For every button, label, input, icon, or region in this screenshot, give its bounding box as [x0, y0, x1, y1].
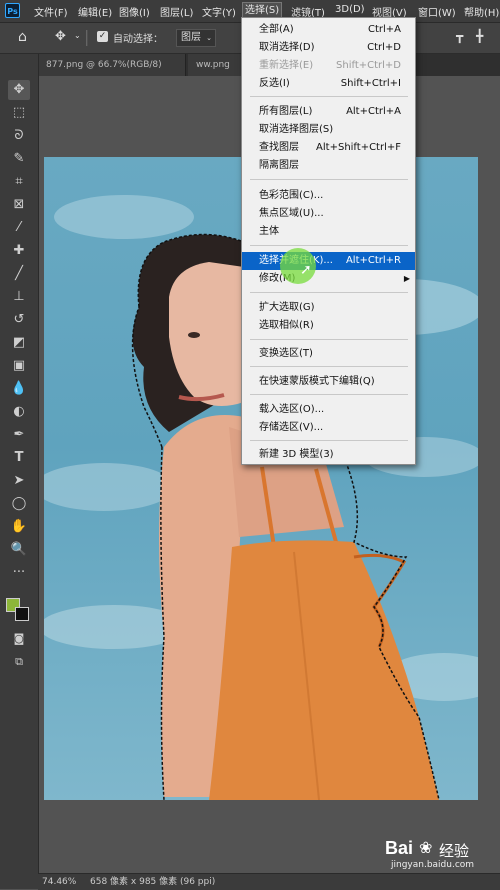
more-icon[interactable]: ··· — [8, 563, 30, 583]
brush-icon[interactable]: ╱ — [8, 264, 30, 284]
stamp-icon[interactable]: ⊥ — [8, 287, 30, 307]
menu-item-find-layers[interactable]: 查找图层 Alt+Shift+Ctrl+F — [242, 139, 415, 157]
submenu-arrow-icon: ▶ — [403, 274, 410, 283]
home-icon[interactable]: ⌂ — [18, 29, 27, 45]
hand-icon[interactable]: ✋ — [8, 517, 30, 537]
menu-item-deselect-layers[interactable]: 取消选择图层(S) — [242, 121, 415, 139]
auto-select-label: 自动选择： — [113, 34, 163, 45]
screen-mode-icon[interactable]: ⧉ — [8, 652, 30, 672]
menu-separator — [250, 245, 408, 246]
menu-item-subject[interactable]: 主体 — [242, 223, 415, 241]
menu-window[interactable]: 窗口(W) — [418, 4, 456, 19]
chevron-down-icon[interactable]: ⌄ — [74, 31, 81, 40]
zoom-icon[interactable]: 🔍 — [8, 540, 30, 560]
menu-item-quick-mask[interactable]: 在快速蒙版模式下编辑(Q) — [242, 373, 415, 391]
shape-icon[interactable]: ◯ — [8, 494, 30, 514]
menu-item-reselect[interactable]: 重新选择(E) Shift+Ctrl+D — [242, 57, 415, 75]
photoshop-logo[interactable]: Ps — [5, 3, 20, 18]
mouse-pointer-icon: ➚ — [300, 262, 312, 278]
healing-icon[interactable]: ✚ — [8, 241, 30, 261]
type-icon[interactable]: T — [8, 448, 30, 468]
auto-select-target-value: 图层 — [181, 32, 201, 43]
menu-separator — [250, 366, 408, 367]
menu-help[interactable]: 帮助(H) — [464, 4, 499, 19]
select-menu-dropdown: 全部(A) Ctrl+A 取消选择(D) Ctrl+D 重新选择(E) Shif… — [241, 17, 416, 465]
menu-item-new-3d-model[interactable]: 新建 3D 模型(3) — [242, 446, 415, 464]
menu-type[interactable]: 文字(Y) — [202, 4, 236, 19]
tools-panel: ✥ ⬚ ᘐ ✎ ⌗ ⊠ ⁄ ✚ ╱ ⊥ ↺ ◩ ▣ 💧 ◐ ✒ T ➤ ◯ ✋ … — [0, 54, 39, 889]
quick-select-icon[interactable]: ✎ — [8, 149, 30, 169]
menu-separator — [250, 96, 408, 97]
move-icon[interactable]: ✥ — [8, 80, 30, 100]
menu-item-focus-area[interactable]: 焦点区域(U)... — [242, 205, 415, 223]
document-info: 658 像素 x 985 像素 (96 ppi) — [90, 877, 216, 887]
tab-document-877[interactable]: 877.png @ 66.7%(RGB/8) — [38, 54, 186, 76]
eraser-icon[interactable]: ◩ — [8, 333, 30, 353]
tab-label: ww.png — [196, 60, 230, 70]
menu-file[interactable]: 文件(F) — [34, 4, 68, 19]
align-top-icon[interactable]: ┳ — [456, 29, 463, 43]
menu-item-modify[interactable]: 修改(M) ▶ — [242, 270, 415, 288]
marquee-icon[interactable]: ⬚ — [8, 103, 30, 123]
align-vertical-center-icon[interactable]: ╋ — [476, 29, 483, 43]
menu-item-grow[interactable]: 扩大选取(G) — [242, 299, 415, 317]
auto-select-checkbox[interactable]: ✓ — [97, 31, 108, 42]
tab-label: 877.png @ 66.7%(RGB/8) — [46, 60, 162, 70]
menu-separator — [250, 394, 408, 395]
menu-item-deselect[interactable]: 取消选择(D) Ctrl+D — [242, 39, 415, 57]
gradient-icon[interactable]: ▣ — [8, 356, 30, 376]
eyedropper-icon[interactable]: ⁄ — [8, 218, 30, 238]
menu-item-color-range[interactable]: 色彩范围(C)... — [242, 187, 415, 205]
background-color-swatch[interactable] — [15, 607, 29, 621]
divider: | — [84, 27, 90, 46]
menu-3d[interactable]: 3D(D) — [335, 4, 365, 15]
menu-select[interactable]: 选择(S) — [241, 2, 283, 19]
menu-separator — [250, 179, 408, 180]
baidu-jingyan-watermark: Bai ❀ 经验 jingyan.baidu.com — [375, 838, 500, 874]
move-tool-icon[interactable]: ✥ — [55, 29, 66, 44]
menu-item-isolate-layers[interactable]: 隔离图层 — [242, 157, 415, 175]
menu-item-select-and-mask[interactable]: 选择并遮住(K)... Alt+Ctrl+R — [242, 252, 415, 270]
menu-layer[interactable]: 图层(L) — [160, 4, 193, 19]
menu-item-inverse[interactable]: 反选(I) Shift+Ctrl+I — [242, 75, 415, 93]
blur-icon[interactable]: 💧 — [8, 379, 30, 399]
menu-separator — [250, 440, 408, 441]
auto-select-target-dropdown[interactable]: 图层 ⌄ — [176, 29, 216, 47]
frame-icon[interactable]: ⊠ — [8, 195, 30, 215]
status-bar: 74.46% 658 像素 x 985 像素 (96 ppi) — [38, 873, 500, 890]
history-brush-icon[interactable]: ↺ — [8, 310, 30, 330]
dodge-icon[interactable]: ◐ — [8, 402, 30, 422]
watermark-brand2: 经验 — [439, 842, 470, 860]
watermark-url: jingyan.baidu.com — [391, 860, 475, 870]
menu-image[interactable]: 图像(I) — [119, 4, 150, 19]
menu-separator — [250, 292, 408, 293]
watermark-brand: Bai — [385, 838, 414, 858]
menu-item-save-selection[interactable]: 存储选区(V)... — [242, 419, 415, 437]
menu-item-load-selection[interactable]: 载入选区(O)... — [242, 401, 415, 419]
menu-item-transform-selection[interactable]: 变换选区(T) — [242, 345, 415, 363]
path-select-icon[interactable]: ➤ — [8, 471, 30, 491]
menu-edit[interactable]: 编辑(E) — [78, 4, 112, 19]
chevron-down-icon: ⌄ — [206, 34, 212, 42]
pen-icon[interactable]: ✒ — [8, 425, 30, 445]
menu-item-all-layers[interactable]: 所有图层(L) Alt+Ctrl+A — [242, 103, 415, 121]
crop-icon[interactable]: ⌗ — [8, 172, 30, 192]
menu-item-similar[interactable]: 选取相似(R) — [242, 317, 415, 335]
menu-item-select-all[interactable]: 全部(A) Ctrl+A — [242, 21, 415, 39]
menu-separator — [250, 339, 408, 340]
zoom-level[interactable]: 74.46% — [42, 874, 76, 890]
quick-mask-icon[interactable]: ◙ — [8, 629, 30, 649]
lasso-icon[interactable]: ᘐ — [8, 126, 30, 146]
paw-icon: ❀ — [419, 838, 433, 857]
